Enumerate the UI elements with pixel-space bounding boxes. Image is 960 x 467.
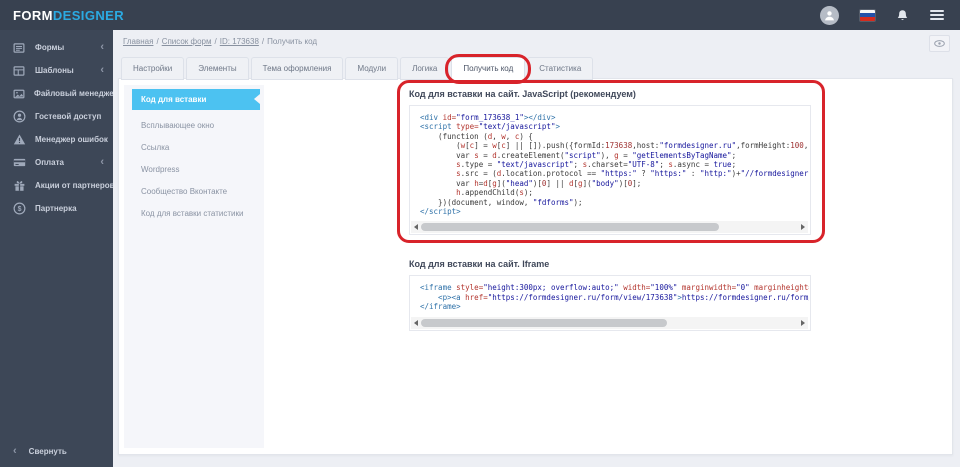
payment-icon bbox=[13, 156, 26, 169]
tab-1[interactable]: Настройки bbox=[121, 57, 185, 80]
code-line: <div id="form_173638_1"></div> bbox=[420, 113, 556, 122]
affiliate-icon: $ bbox=[13, 202, 26, 215]
code-box: <iframe style="height:300px; overflow:au… bbox=[409, 275, 811, 331]
code-line: <script type="text/javascript"> bbox=[420, 122, 560, 132]
code-line: s.type = "text/javascript"; s.charset="U… bbox=[456, 160, 737, 170]
breadcrumb-link[interactable]: Список форм bbox=[162, 37, 212, 46]
sidebar: Формы ‹ Шаблоны ‹ Файловый менеджер Гостевой … bbox=[0, 30, 119, 467]
app-logo: FORMDESIGNER bbox=[0, 8, 124, 23]
code-content: <div id="form_173638_1"></div> <script ty… bbox=[420, 113, 809, 216]
content-card: Код для вставки Всплывающее окно Ссылка Wor… bbox=[118, 78, 953, 455]
embed-code-menu: Код для вставки Всплывающее окно Ссылка Wor… bbox=[124, 85, 264, 448]
breadcrumb-link[interactable]: Главная bbox=[123, 37, 153, 46]
scroll-left-arrow-icon[interactable] bbox=[414, 224, 418, 231]
breadcrumb-current: Получить код bbox=[267, 37, 318, 46]
code-menu-item-3[interactable]: Ссылка bbox=[132, 137, 260, 158]
breadcrumb-separator: / bbox=[261, 37, 265, 46]
collapse-label: Свернуть bbox=[28, 446, 67, 456]
sidebar-nav: Формы ‹ Шаблоны ‹ Файловый менеджер Гостевой … bbox=[0, 30, 119, 220]
breadcrumb-separator: / bbox=[156, 37, 159, 46]
code-line: </script> bbox=[420, 207, 461, 217]
code-box: <div id="form_173638_1"></div> <script ty… bbox=[409, 105, 811, 236]
sidebar-item-guest-access[interactable]: Гостевой доступ bbox=[0, 105, 113, 128]
error-manager-icon bbox=[13, 133, 26, 146]
code-line: var h=d[g]("head")[0] || d[g]("body")[0]… bbox=[420, 178, 642, 188]
horizontal-scrollbar[interactable] bbox=[411, 316, 808, 329]
scroll-left-arrow-icon[interactable] bbox=[414, 319, 418, 326]
scrollbar-thumb[interactable] bbox=[421, 318, 668, 327]
code-menu-item-5[interactable]: Сообщество Вконтакте bbox=[132, 181, 260, 202]
hamburger-menu-icon[interactable] bbox=[930, 10, 944, 20]
app-window: FORMDESIGNER Формы ‹ Шаблоны ‹ Файловый мене… bbox=[0, 0, 960, 467]
chevron-left-icon: ‹ bbox=[100, 64, 104, 76]
logo-text-primary: FORM bbox=[13, 7, 53, 23]
code-line: <iframe style="height:300px; overflow:au… bbox=[420, 283, 809, 293]
gift-icon bbox=[13, 179, 26, 192]
code-line: })(document, window, "fdforms"); bbox=[420, 197, 583, 207]
breadcrumb-separator: / bbox=[214, 37, 217, 46]
code-sections: Код для вставки на сайт. JavaScript (рек… bbox=[397, 80, 825, 355]
language-flag-russia-icon[interactable] bbox=[860, 9, 875, 21]
templates-icon bbox=[13, 65, 26, 77]
breadcrumb-link[interactable]: ID: 173638 bbox=[220, 37, 259, 46]
chevron-left-icon: ‹ bbox=[100, 156, 104, 168]
scrollbar-thumb[interactable] bbox=[421, 223, 719, 232]
file-manager-icon bbox=[13, 88, 25, 100]
code-line: (function (d, w, c) { bbox=[420, 131, 533, 141]
code-line: </iframe> bbox=[420, 302, 461, 312]
sidebar-collapse-button[interactable]: ‹ Свернуть bbox=[0, 445, 113, 457]
sidebar-item-forms[interactable]: Формы ‹ bbox=[0, 36, 113, 59]
topbar-actions bbox=[820, 5, 960, 25]
sidebar-item-payment[interactable]: Оплата ‹ bbox=[0, 151, 113, 174]
chevron-left-icon: ‹ bbox=[13, 445, 17, 457]
sidebar-item-file-manager[interactable]: Файловый менеджер bbox=[0, 82, 119, 105]
eye-icon bbox=[934, 40, 945, 47]
section-title: Код для вставки на сайт. Iframe bbox=[409, 259, 550, 270]
code-section: Код для вставки на сайт. JavaScript (рек… bbox=[397, 80, 825, 244]
annotation-ring bbox=[445, 54, 532, 84]
code-menu-item-6[interactable]: Код для вставки статистики bbox=[132, 203, 260, 224]
sidebar-item-affiliate[interactable]: $ Партнерка bbox=[0, 197, 113, 220]
code-line: (w[c] = w[c] || []).push({formId:173638,… bbox=[420, 141, 809, 151]
tab-7[interactable]: Статистика bbox=[527, 57, 594, 80]
preview-form-button[interactable] bbox=[929, 35, 950, 52]
tab-3[interactable]: Тема оформления bbox=[250, 57, 344, 80]
scroll-right-arrow-icon[interactable] bbox=[801, 319, 805, 326]
code-menu-item-2[interactable]: Всплывающее окно bbox=[132, 115, 260, 136]
tab-4[interactable]: Модули bbox=[345, 57, 399, 80]
logo-text-accent: DESIGNER bbox=[52, 7, 124, 23]
code-content: <iframe style="height:300px; overflow:au… bbox=[420, 283, 809, 311]
sidebar-item-templates[interactable]: Шаблоны ‹ bbox=[0, 59, 113, 82]
scroll-right-arrow-icon[interactable] bbox=[801, 224, 805, 231]
code-line: s.src = (d.location.protocol == "https:"… bbox=[456, 169, 809, 179]
tab-2[interactable]: Элементы bbox=[186, 57, 249, 80]
sidebar-item-error-manager[interactable]: Менеджер ошибок bbox=[0, 128, 113, 151]
forms-icon bbox=[13, 42, 26, 54]
main-area: Главная / Список форм / ID: 173638/Получить … bbox=[113, 30, 960, 467]
horizontal-scrollbar[interactable] bbox=[411, 221, 808, 234]
section-title: Код для вставки на сайт. JavaScript (рек… bbox=[409, 89, 636, 99]
code-section: Код для вставки на сайт. Iframe <iframe s… bbox=[409, 259, 811, 331]
top-bar: FORMDESIGNER bbox=[0, 0, 960, 30]
form-tabs: Настройки Элементы Тема оформления Модули Ло… bbox=[121, 54, 594, 84]
code-menu-item-1[interactable]: Код для вставки bbox=[132, 89, 260, 110]
code-line: var s = d.createElement("script"), g = "… bbox=[420, 150, 737, 160]
tab-5[interactable]: Логика bbox=[400, 57, 450, 80]
breadcrumb: Главная / Список форм / ID: 173638/Получить … bbox=[123, 37, 317, 46]
tab-6[interactable]: Получить код bbox=[445, 54, 532, 84]
svg-text:$: $ bbox=[18, 206, 22, 213]
user-avatar[interactable] bbox=[820, 5, 839, 25]
notifications-bell-icon[interactable] bbox=[896, 9, 909, 22]
code-line: h.appendChild(s); bbox=[456, 188, 533, 198]
sidebar-item-gift[interactable]: Акции от партнеров bbox=[0, 174, 115, 197]
code-line: <p><a href="https://formdesigner.ru/form… bbox=[420, 292, 809, 302]
code-menu-item-4[interactable]: Wordpress bbox=[132, 159, 260, 180]
chevron-left-icon: ‹ bbox=[100, 41, 104, 53]
person-icon bbox=[825, 10, 834, 20]
guest-access-icon bbox=[13, 110, 26, 123]
